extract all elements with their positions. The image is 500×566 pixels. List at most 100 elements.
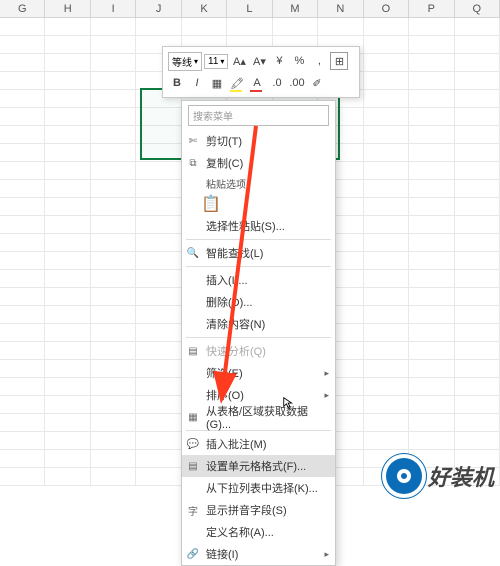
grid-cell[interactable] xyxy=(45,378,90,396)
grid-cell[interactable] xyxy=(364,414,409,432)
grid-cell[interactable] xyxy=(136,396,181,414)
column-header[interactable]: Q xyxy=(455,0,500,17)
grid-cell[interactable] xyxy=(455,378,500,396)
grid-cell[interactable] xyxy=(91,144,136,162)
grid-cell[interactable] xyxy=(455,396,500,414)
menu-item-define-name[interactable]: 定义名称(A)... xyxy=(182,521,335,543)
grid-cell[interactable] xyxy=(409,72,454,90)
menu-item-paste[interactable]: 📋 xyxy=(182,193,335,215)
grid-cell[interactable] xyxy=(136,198,181,216)
grid-cell[interactable] xyxy=(136,162,181,180)
grid-cell[interactable] xyxy=(0,414,45,432)
grid-cell[interactable] xyxy=(136,360,181,378)
grid-cell[interactable] xyxy=(409,396,454,414)
grid-cell[interactable] xyxy=(364,270,409,288)
grid-cell[interactable] xyxy=(455,18,500,36)
grid-cell[interactable] xyxy=(227,18,272,36)
grid-cell[interactable] xyxy=(45,90,90,108)
grid-cell[interactable] xyxy=(136,18,181,36)
grid-cell[interactable] xyxy=(0,324,45,342)
grid-cell[interactable] xyxy=(0,72,45,90)
grid-cell[interactable] xyxy=(409,324,454,342)
grid-cell[interactable] xyxy=(91,198,136,216)
grid-cell[interactable] xyxy=(409,198,454,216)
grid-cell[interactable] xyxy=(136,450,181,468)
grid-cell[interactable] xyxy=(91,342,136,360)
menu-item-copy[interactable]: ⧉复制(C) xyxy=(182,152,335,174)
grid-cell[interactable] xyxy=(455,324,500,342)
grid-cell[interactable] xyxy=(91,216,136,234)
menu-item-paste-special[interactable]: 选择性粘贴(S)... xyxy=(182,215,335,237)
grid-cell[interactable] xyxy=(91,288,136,306)
grid-cell[interactable] xyxy=(0,342,45,360)
grid-cell[interactable] xyxy=(0,396,45,414)
grid-cell[interactable] xyxy=(91,468,136,486)
grid-cell[interactable] xyxy=(45,180,90,198)
table-format-icon[interactable]: ⊞ xyxy=(330,52,348,70)
grid-cell[interactable] xyxy=(455,252,500,270)
grid-cell[interactable] xyxy=(91,108,136,126)
grid-cell[interactable] xyxy=(45,144,90,162)
grid-cell[interactable] xyxy=(273,18,318,36)
grid-cell[interactable] xyxy=(455,126,500,144)
grid-cell[interactable] xyxy=(0,432,45,450)
grid-cell[interactable] xyxy=(364,288,409,306)
decrease-font-icon[interactable]: A▾ xyxy=(250,52,268,70)
grid-cell[interactable] xyxy=(409,342,454,360)
grid-cell[interactable] xyxy=(45,126,90,144)
menu-item-format-cells[interactable]: ▤设置单元格格式(F)... xyxy=(182,455,335,477)
grid-cell[interactable] xyxy=(45,468,90,486)
grid-cell[interactable] xyxy=(0,252,45,270)
grid-cell[interactable] xyxy=(364,378,409,396)
grid-cell[interactable] xyxy=(0,288,45,306)
grid-cell[interactable] xyxy=(0,54,45,72)
grid-cell[interactable] xyxy=(45,432,90,450)
column-header[interactable]: I xyxy=(91,0,136,17)
grid-cell[interactable] xyxy=(409,180,454,198)
grid-cell[interactable] xyxy=(455,360,500,378)
fill-color-icon[interactable]: 🖍 xyxy=(228,74,246,92)
grid-cell[interactable] xyxy=(318,18,363,36)
grid-cell[interactable] xyxy=(91,54,136,72)
grid-cell[interactable] xyxy=(136,270,181,288)
grid-cell[interactable] xyxy=(136,306,181,324)
grid-cell[interactable] xyxy=(409,252,454,270)
grid-cell[interactable] xyxy=(45,450,90,468)
grid-cell[interactable] xyxy=(364,162,409,180)
grid-cell[interactable] xyxy=(455,342,500,360)
grid-cell[interactable] xyxy=(364,306,409,324)
grid-cell[interactable] xyxy=(45,324,90,342)
grid-cell[interactable] xyxy=(45,108,90,126)
grid-cell[interactable] xyxy=(455,234,500,252)
grid-cell[interactable] xyxy=(136,180,181,198)
menu-search-input[interactable]: 搜索菜单 xyxy=(188,105,329,126)
grid-cell[interactable] xyxy=(409,36,454,54)
italic-button[interactable]: I xyxy=(188,74,206,92)
column-header[interactable]: L xyxy=(227,0,272,17)
menu-item-hyperlink[interactable]: 🔗链接(I)▸ xyxy=(182,543,335,565)
menu-item-phonetic[interactable]: 字显示拼音字段(S) xyxy=(182,499,335,521)
grid-cell[interactable] xyxy=(45,342,90,360)
grid-cell[interactable] xyxy=(136,378,181,396)
grid-cell[interactable] xyxy=(0,162,45,180)
grid-cell[interactable] xyxy=(45,288,90,306)
column-header[interactable]: O xyxy=(364,0,409,17)
grid-cell[interactable] xyxy=(409,270,454,288)
grid-cell[interactable] xyxy=(91,162,136,180)
grid-cell[interactable] xyxy=(455,180,500,198)
grid-cell[interactable] xyxy=(455,72,500,90)
grid-cell[interactable] xyxy=(364,126,409,144)
grid-cell[interactable] xyxy=(45,306,90,324)
grid-cell[interactable] xyxy=(182,18,227,36)
grid-cell[interactable] xyxy=(0,18,45,36)
column-header[interactable]: K xyxy=(182,0,227,17)
menu-item-clear[interactable]: 清除内容(N) xyxy=(182,313,335,335)
grid-cell[interactable] xyxy=(0,306,45,324)
grid-cell[interactable] xyxy=(0,270,45,288)
grid-cell[interactable] xyxy=(455,414,500,432)
grid-cell[interactable] xyxy=(0,36,45,54)
grid-cell[interactable] xyxy=(0,468,45,486)
bold-button[interactable]: B xyxy=(168,74,186,92)
grid-cell[interactable] xyxy=(0,360,45,378)
grid-cell[interactable] xyxy=(364,198,409,216)
